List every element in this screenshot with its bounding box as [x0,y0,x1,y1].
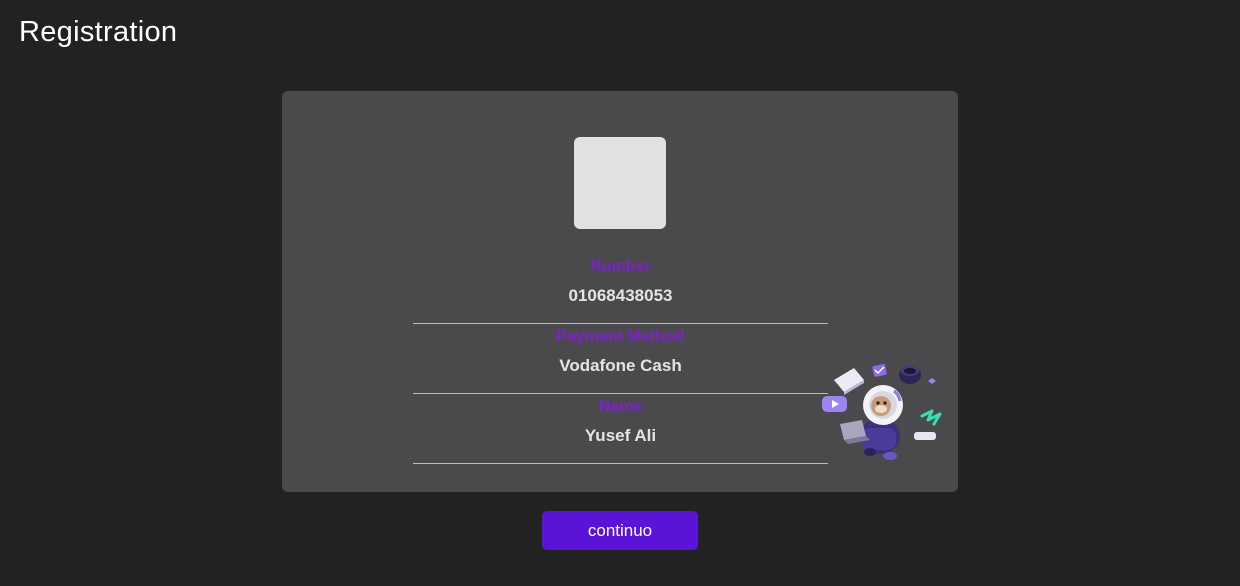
floating-card-icon [834,368,864,395]
field-name: Name Yusef Ali [413,397,828,464]
field-label-name: Name [598,398,643,415]
field-payment-method: Payment Method Vodafone Cash [413,327,828,394]
floating-squiggle-icon [920,409,942,426]
field-label-payment-method: Payment Method [556,328,685,345]
astronaut-figure [840,385,903,460]
astronaut-boot [914,432,936,440]
floating-play-icon [822,396,847,412]
field-value-number: 01068438053 [568,286,673,305]
floating-cup-icon [899,366,921,384]
field-value-payment-method: Vodafone Cash [559,356,682,375]
continue-button[interactable]: continuo [542,511,698,550]
field-label-number: Number [590,258,651,275]
page-title: Registration [19,16,178,48]
profile-photo-placeholder [574,137,666,229]
field-number: Number 01068438053 [413,257,828,324]
field-value-name: Yusef Ali [584,426,657,445]
astronaut-illustration-icon [822,364,942,460]
floating-cube-icon [872,364,887,377]
floating-diamond-icon [928,378,936,384]
